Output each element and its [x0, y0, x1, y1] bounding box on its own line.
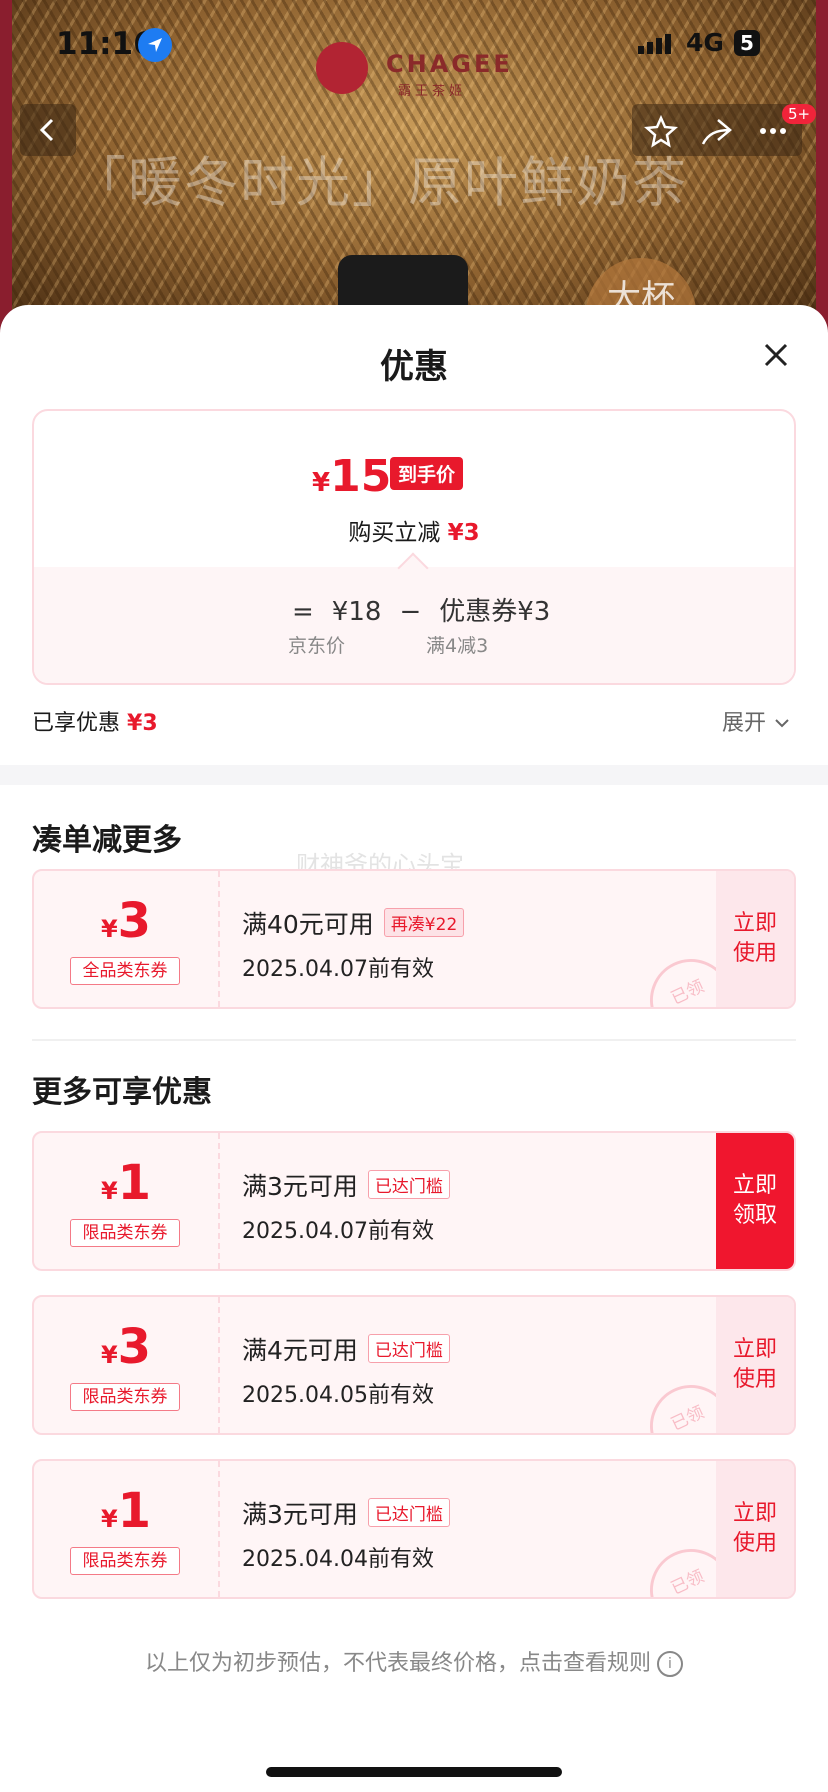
coupon-card[interactable]: ¥3 限品类东券 满4元可用 已达门槛 2025.04.05前有效 已领 立即使用	[32, 1295, 796, 1435]
discount-sheet: 优惠 ¥15 到手价 购买立减 ¥3 = ¥18− 优惠券¥3 京东价 满4减3 已…	[0, 305, 828, 1792]
final-price-tag: 到手价	[390, 457, 464, 490]
rules-footnote[interactable]: 以上仅为初步预估，不代表最终价格，点击查看规则 i	[0, 1645, 828, 1677]
section-title-more-savings: 凑单减更多	[32, 823, 182, 858]
use-now-label: 立即使用	[732, 1337, 777, 1392]
divider	[32, 1039, 796, 1041]
use-now-label: 立即使用	[732, 911, 777, 966]
section-divider	[0, 765, 828, 785]
currency-symbol: ¥	[100, 1505, 118, 1533]
section-title-more-offers: 更多可享优惠	[32, 1075, 212, 1110]
close-icon[interactable]	[758, 337, 794, 373]
brand-subname: 霸王茶姬	[398, 84, 467, 99]
coupon-rule-label: 满4减3	[426, 635, 489, 657]
chevron-down-icon	[775, 719, 789, 728]
coupon-condition: 满40元可用 再凑¥22	[242, 905, 465, 941]
coupon-type: 限品类东券	[70, 1219, 180, 1247]
footnote-text: 以上仅为初步预估，不代表最终价格，点击查看规则	[144, 1651, 651, 1676]
home-indicator[interactable]	[266, 1767, 562, 1777]
coupon-chip: 已达门槛	[367, 1498, 450, 1527]
claim-now-button[interactable]: 立即领取	[716, 1133, 794, 1269]
use-now-button[interactable]: 立即使用	[716, 1461, 794, 1597]
top-actions	[632, 104, 802, 156]
jd-price: ¥18	[331, 597, 382, 627]
jd-price-label: 京东价	[288, 635, 346, 657]
use-now-button[interactable]: 立即使用	[716, 871, 794, 1007]
sheet-title: 优惠	[380, 347, 448, 387]
coupon-amount: ¥3	[34, 1319, 218, 1375]
coupon-chip: 已达门槛	[367, 1334, 450, 1363]
minus-sign: −	[399, 597, 422, 627]
info-icon: i	[657, 1651, 683, 1677]
coupon-expiry: 2025.04.05前有效	[242, 1383, 434, 1408]
coupon-card[interactable]: ¥1 限品类东券 满3元可用 已达门槛 2025.04.04前有效 已领 立即使用	[32, 1459, 796, 1599]
status-bar: 11:16 4G 5	[0, 24, 828, 64]
coupon-condition: 满3元可用 已达门槛	[242, 1495, 450, 1531]
saved-discount: 已享优惠 ¥3	[32, 705, 158, 737]
coupon-type: 限品类东券	[70, 1547, 180, 1575]
price-summary: ¥15 到手价 购买立减 ¥3 = ¥18− 优惠券¥3 京东价 满4减3	[32, 409, 796, 685]
instant-discount-label: 购买立减	[348, 520, 441, 546]
currency-symbol: ¥	[100, 915, 118, 943]
coupon-card[interactable]: ¥3 全品类东券 满40元可用 再凑¥22 2025.04.07前有效 已领 立即…	[32, 869, 796, 1009]
network-type: 4G	[686, 28, 724, 57]
coupon-amount: ¥1	[34, 1483, 218, 1539]
saved-amount: ¥3	[127, 711, 158, 736]
banner-headline: 「暖冬时光」原叶鲜奶茶	[72, 151, 688, 214]
location-icon	[138, 28, 172, 62]
final-price: ¥15	[312, 451, 391, 502]
coupon-left: ¥1 限品类东券	[34, 1133, 220, 1269]
message-count-badge: 5+	[782, 104, 817, 124]
coupon-condition-text: 满3元可用	[242, 1500, 358, 1529]
coupon-condition-text: 满3元可用	[242, 1172, 358, 1201]
currency-symbol: ¥	[100, 1341, 118, 1369]
claim-now-label: 立即领取	[732, 1173, 777, 1228]
coupon-condition-text: 满40元可用	[242, 910, 374, 939]
coupon-chip: 再凑¥22	[383, 908, 465, 937]
use-now-label: 立即使用	[732, 1501, 777, 1556]
coupon-card[interactable]: ¥1 限品类东券 满3元可用 已达门槛 2025.04.07前有效 立即领取	[32, 1131, 796, 1271]
coupon-left: ¥3 限品类东券	[34, 1297, 220, 1433]
coupon-amount: ¥1	[34, 1155, 218, 1211]
coupon-amount-value: 3	[117, 1319, 152, 1375]
instant-discount-amount: ¥3	[447, 520, 480, 546]
instant-discount: 购买立减 ¥3	[34, 513, 794, 547]
coupon-amount-value: 1	[117, 1483, 152, 1539]
coupon-condition: 满4元可用 已达门槛	[242, 1331, 450, 1367]
coupon-condition: 满3元可用 已达门槛	[242, 1167, 450, 1203]
coupon-expiry: 2025.04.04前有效	[242, 1547, 434, 1572]
coupon-left: ¥3 全品类东券	[34, 871, 220, 1007]
battery-icon: 5	[734, 30, 760, 56]
coupon-left: ¥1 限品类东券	[34, 1461, 220, 1597]
coupon-type: 全品类东券	[70, 957, 180, 985]
coupon-condition-text: 满4元可用	[242, 1336, 358, 1365]
currency-symbol: ¥	[100, 1177, 118, 1205]
coupon-amount-value: 3	[117, 893, 152, 949]
expand-button[interactable]: 展开	[722, 705, 791, 737]
coupon-amount: ¥3	[34, 893, 218, 949]
coupon-discount: 优惠券¥3	[439, 597, 551, 627]
coupon-type: 限品类东券	[70, 1383, 180, 1411]
saved-label: 已享优惠	[32, 711, 121, 736]
expand-label: 展开	[722, 711, 767, 736]
share-icon[interactable]	[698, 114, 734, 148]
final-price-value: 15	[330, 451, 392, 502]
chevron-left-icon	[39, 118, 54, 142]
signal-icon	[638, 34, 671, 54]
coupon-chip: 已达门槛	[367, 1170, 450, 1199]
use-now-button[interactable]: 立即使用	[716, 1297, 794, 1433]
coupon-expiry: 2025.04.07前有效	[242, 1219, 434, 1244]
coupon-amount-value: 1	[117, 1155, 152, 1211]
star-icon[interactable]	[644, 114, 678, 148]
currency-symbol: ¥	[312, 468, 331, 498]
back-button[interactable]	[20, 104, 76, 156]
price-equation: = ¥18− 优惠券¥3	[292, 591, 550, 628]
equals-sign: =	[292, 597, 314, 627]
coupon-expiry: 2025.04.07前有效	[242, 957, 434, 982]
